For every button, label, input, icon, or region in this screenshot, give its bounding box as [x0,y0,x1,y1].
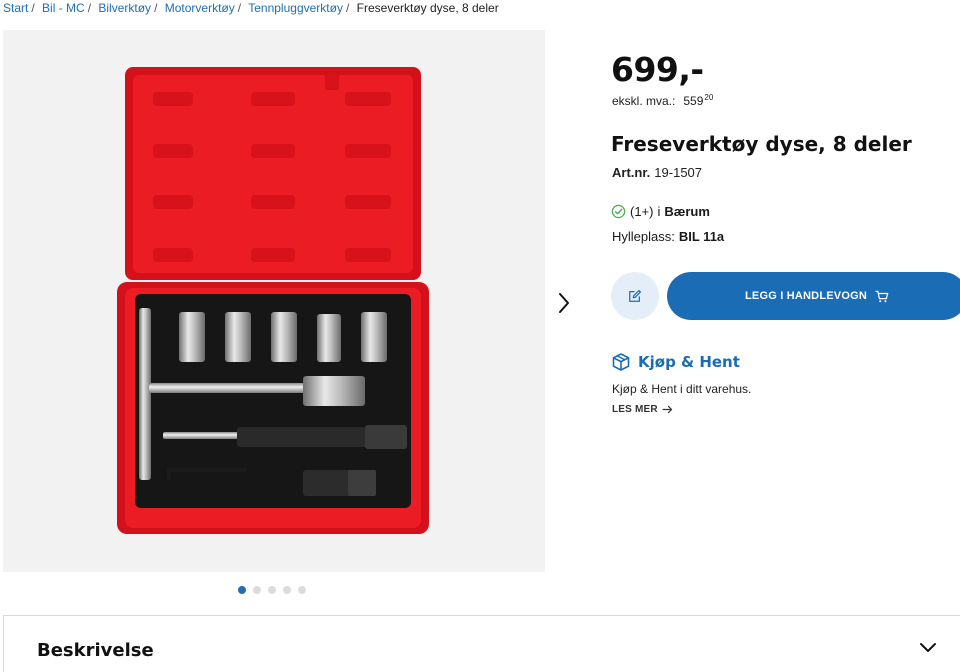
ex-vat-amount: 559 [683,94,704,108]
article-number: Art.nr. 19-1507 [612,165,702,180]
click-and-collect-title: Kjøp & Hent [638,353,740,371]
shelf-location: Hylleplass: BIL 11a [612,229,724,244]
product-image [117,67,429,534]
note-button[interactable] [611,272,659,320]
price-ex-vat: ekskl. mva.: 55920 [612,93,713,108]
breadcrumb-item-tennpluggverktoy[interactable]: Tennpluggverktøy [248,1,343,15]
click-and-collect-header: Kjøp & Hent [611,352,751,372]
add-to-cart-button[interactable]: LEGG I HANDLEVOGN [667,272,960,320]
article-number-value: 19-1507 [654,165,703,180]
product-price: 699,- [611,50,704,89]
breadcrumb-item-bil-mc[interactable]: Bil - MC [42,1,85,15]
click-and-collect: Kjøp & Hent Kjøp & Hent i ditt varehus. … [611,352,751,415]
edit-icon [629,289,642,302]
gallery-dot[interactable] [253,586,261,594]
package-icon [612,353,630,371]
breadcrumb-separator: / [345,1,350,15]
breadcrumb-item-bilverktoy[interactable]: Bilverktøy [98,1,151,15]
shelf-label: Hylleplass: [612,229,675,244]
breadcrumb-current: Freseverktøy dyse, 8 deler [356,1,499,15]
breadcrumb: Start / Bil - MC / Bilverktøy / Motorverktø… [3,1,499,15]
stock-count: (1+) [630,204,654,219]
product-image-gallery[interactable] [3,30,545,572]
chevron-right-icon [559,293,569,313]
breadcrumb-separator: / [154,1,158,15]
gallery-dot[interactable] [283,586,291,594]
breadcrumb-item-start[interactable]: Start [3,1,28,15]
read-more-label: LES MER [612,404,658,415]
breadcrumb-item-motorverktoy[interactable]: Motorverktøy [165,1,235,15]
ex-vat-cents: 20 [704,93,714,102]
check-circle-icon [611,204,626,219]
gallery-pagination [238,586,306,594]
gallery-dot[interactable] [268,586,276,594]
shelf-value: BIL 11a [678,229,725,244]
ex-vat-label: ekskl. mva.: [612,94,676,108]
add-to-cart-label: LEGG I HANDLEVOGN [745,290,867,302]
gallery-dot[interactable] [298,586,306,594]
stock-status: (1+) i Bærum [611,204,710,219]
read-more-link[interactable]: LES MER [612,404,751,415]
article-number-label: Art.nr. [612,165,651,180]
breadcrumb-separator: / [31,1,35,15]
chevron-down-icon [920,643,936,652]
arrow-right-icon [662,405,672,414]
stock-in-label: i [657,204,661,219]
breadcrumb-separator: / [237,1,242,15]
gallery-next-button[interactable] [553,290,575,316]
click-and-collect-text: Kjøp & Hent i ditt varehus. [612,382,752,396]
stock-store: Bærum [664,204,710,219]
breadcrumb-separator: / [87,1,92,15]
gallery-dot[interactable] [238,586,246,594]
description-title: Beskrivelse [37,640,154,661]
cart-icon [875,290,889,302]
description-accordion[interactable]: Beskrivelse [3,615,960,672]
product-title: Freseverktøy dyse, 8 deler [611,132,912,156]
